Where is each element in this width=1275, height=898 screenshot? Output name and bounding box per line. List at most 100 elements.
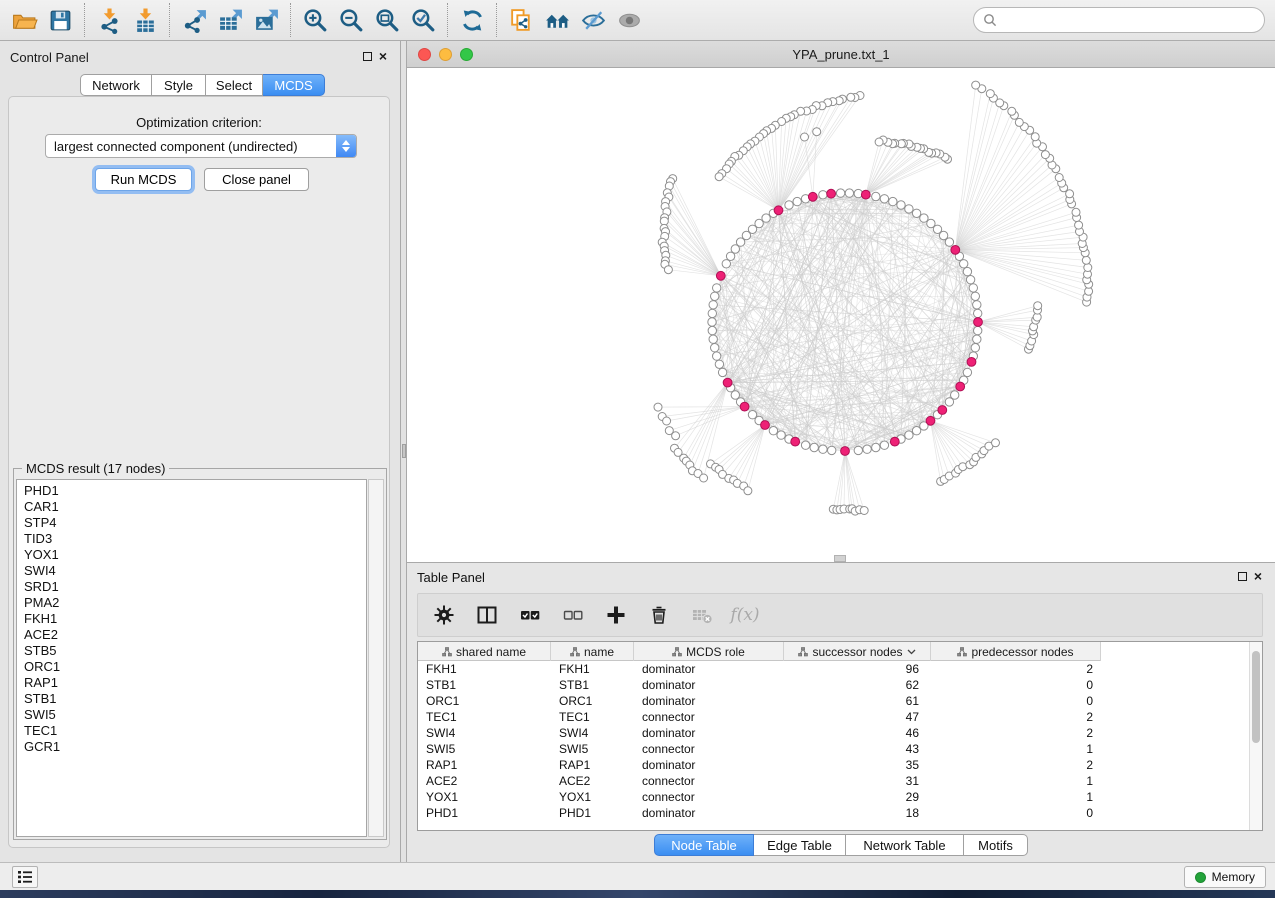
memory-button[interactable]: Memory	[1184, 866, 1266, 888]
ring-node[interactable]	[897, 201, 905, 209]
table-row[interactable]: TEC1TEC1connector472	[418, 709, 1249, 725]
ring-node[interactable]	[819, 191, 827, 199]
ring-node[interactable]	[920, 214, 928, 222]
mcds-hub-node[interactable]	[740, 402, 749, 411]
first-neighbors-button[interactable]	[539, 3, 575, 37]
ring-node[interactable]	[711, 344, 719, 352]
show-all-button[interactable]	[611, 3, 647, 37]
apply-layout-button[interactable]	[454, 3, 490, 37]
ring-node[interactable]	[722, 260, 730, 268]
zoom-in-button[interactable]	[297, 3, 333, 37]
mcds-hub-node[interactable]	[774, 206, 783, 215]
ring-node[interactable]	[713, 284, 721, 292]
ring-node[interactable]	[785, 201, 793, 209]
satellite-node[interactable]	[672, 432, 680, 440]
delete-column-button[interactable]	[647, 603, 671, 627]
ring-node[interactable]	[810, 443, 818, 451]
satellite-node[interactable]	[860, 507, 868, 515]
ring-node[interactable]	[731, 245, 739, 253]
search-input[interactable]	[997, 13, 1264, 28]
panel-divider-vertical[interactable]	[400, 41, 407, 862]
satellite-node[interactable]	[875, 138, 883, 146]
column-header-MCDS-role[interactable]: MCDS role	[634, 642, 784, 661]
result-list-scrollbar[interactable]	[368, 479, 384, 837]
ring-node[interactable]	[971, 292, 979, 300]
hide-selected-button[interactable]	[575, 3, 611, 37]
ring-node[interactable]	[819, 445, 827, 453]
result-item[interactable]: ORC1	[17, 659, 366, 675]
result-item[interactable]: STP4	[17, 515, 366, 531]
result-item[interactable]: PMA2	[17, 595, 366, 611]
table-row[interactable]: FKH1FKH1dominator962	[418, 661, 1249, 677]
close-table-panel-button[interactable]: ×	[1254, 571, 1262, 581]
ring-node[interactable]	[974, 309, 982, 317]
network-canvas[interactable]	[407, 68, 1275, 562]
zoom-out-button[interactable]	[333, 3, 369, 37]
table-row[interactable]: SWI4SWI4dominator462	[418, 725, 1249, 741]
import-network-button[interactable]	[91, 3, 127, 37]
satellite-node[interactable]	[700, 474, 708, 482]
export-image-button[interactable]	[248, 3, 284, 37]
satellite-node[interactable]	[1015, 118, 1023, 126]
ring-node[interactable]	[863, 445, 871, 453]
result-item[interactable]: CAR1	[17, 499, 366, 515]
ring-node[interactable]	[912, 427, 920, 435]
satellite-node[interactable]	[1072, 208, 1080, 216]
mcds-hub-node[interactable]	[956, 382, 965, 391]
close-panel-button[interactable]: ×	[379, 51, 387, 61]
ring-node[interactable]	[711, 292, 719, 300]
ring-node[interactable]	[974, 326, 982, 334]
result-item[interactable]: PHD1	[17, 483, 366, 499]
ring-node[interactable]	[963, 267, 971, 275]
result-item[interactable]: YOX1	[17, 547, 366, 563]
divider-grip[interactable]	[402, 444, 406, 458]
export-network-button[interactable]	[176, 3, 212, 37]
satellite-node[interactable]	[1055, 174, 1063, 182]
table-row[interactable]: PHD1PHD1dominator180	[418, 805, 1249, 821]
column-header-predecessor-nodes[interactable]: predecessor nodes	[931, 642, 1101, 661]
export-table-button[interactable]	[212, 3, 248, 37]
column-header-name[interactable]: name	[551, 642, 634, 661]
mcds-hub-node[interactable]	[761, 421, 770, 430]
mcds-hub-node[interactable]	[890, 437, 899, 446]
show-column-button[interactable]	[475, 603, 499, 627]
result-item[interactable]: RAP1	[17, 675, 366, 691]
deselect-all-button[interactable]	[561, 603, 585, 627]
ring-node[interactable]	[973, 335, 981, 343]
ring-node[interactable]	[951, 391, 959, 399]
table-row[interactable]: YOX1YOX1connector291	[418, 789, 1249, 805]
satellite-node[interactable]	[715, 173, 723, 181]
satellite-node[interactable]	[1031, 133, 1039, 141]
ring-node[interactable]	[709, 335, 717, 343]
mcds-hub-node[interactable]	[723, 378, 732, 387]
float-panel-button[interactable]	[363, 52, 372, 61]
tab-edge-table[interactable]: Edge Table	[754, 834, 846, 856]
show-task-history-button[interactable]	[12, 866, 38, 888]
table-settings-button[interactable]	[432, 603, 456, 627]
mcds-hub-node[interactable]	[827, 189, 836, 198]
ring-node[interactable]	[708, 326, 716, 334]
run-mcds-button[interactable]: Run MCDS	[95, 168, 192, 191]
mcds-hub-node[interactable]	[841, 447, 850, 456]
satellite-node[interactable]	[972, 81, 980, 89]
satellite-node[interactable]	[813, 128, 821, 136]
ring-node[interactable]	[969, 284, 977, 292]
tab-network-table[interactable]: Network Table	[846, 834, 964, 856]
ring-node[interactable]	[905, 205, 913, 213]
ring-node[interactable]	[927, 219, 935, 227]
mcds-hub-node[interactable]	[938, 406, 947, 415]
ring-node[interactable]	[966, 276, 974, 284]
ring-node[interactable]	[801, 441, 809, 449]
ring-node[interactable]	[793, 197, 801, 205]
import-table-button[interactable]	[127, 3, 163, 37]
table-row[interactable]: STB1STB1dominator620	[418, 677, 1249, 693]
ring-node[interactable]	[713, 352, 721, 360]
tab-mcds[interactable]: MCDS	[263, 74, 325, 96]
ring-node[interactable]	[845, 189, 853, 197]
satellite-node[interactable]	[1082, 256, 1090, 264]
tab-node-table[interactable]: Node Table	[654, 834, 754, 856]
satellite-node[interactable]	[654, 403, 662, 411]
satellite-node[interactable]	[986, 90, 994, 98]
save-session-button[interactable]	[42, 3, 78, 37]
result-item[interactable]: STB5	[17, 643, 366, 659]
